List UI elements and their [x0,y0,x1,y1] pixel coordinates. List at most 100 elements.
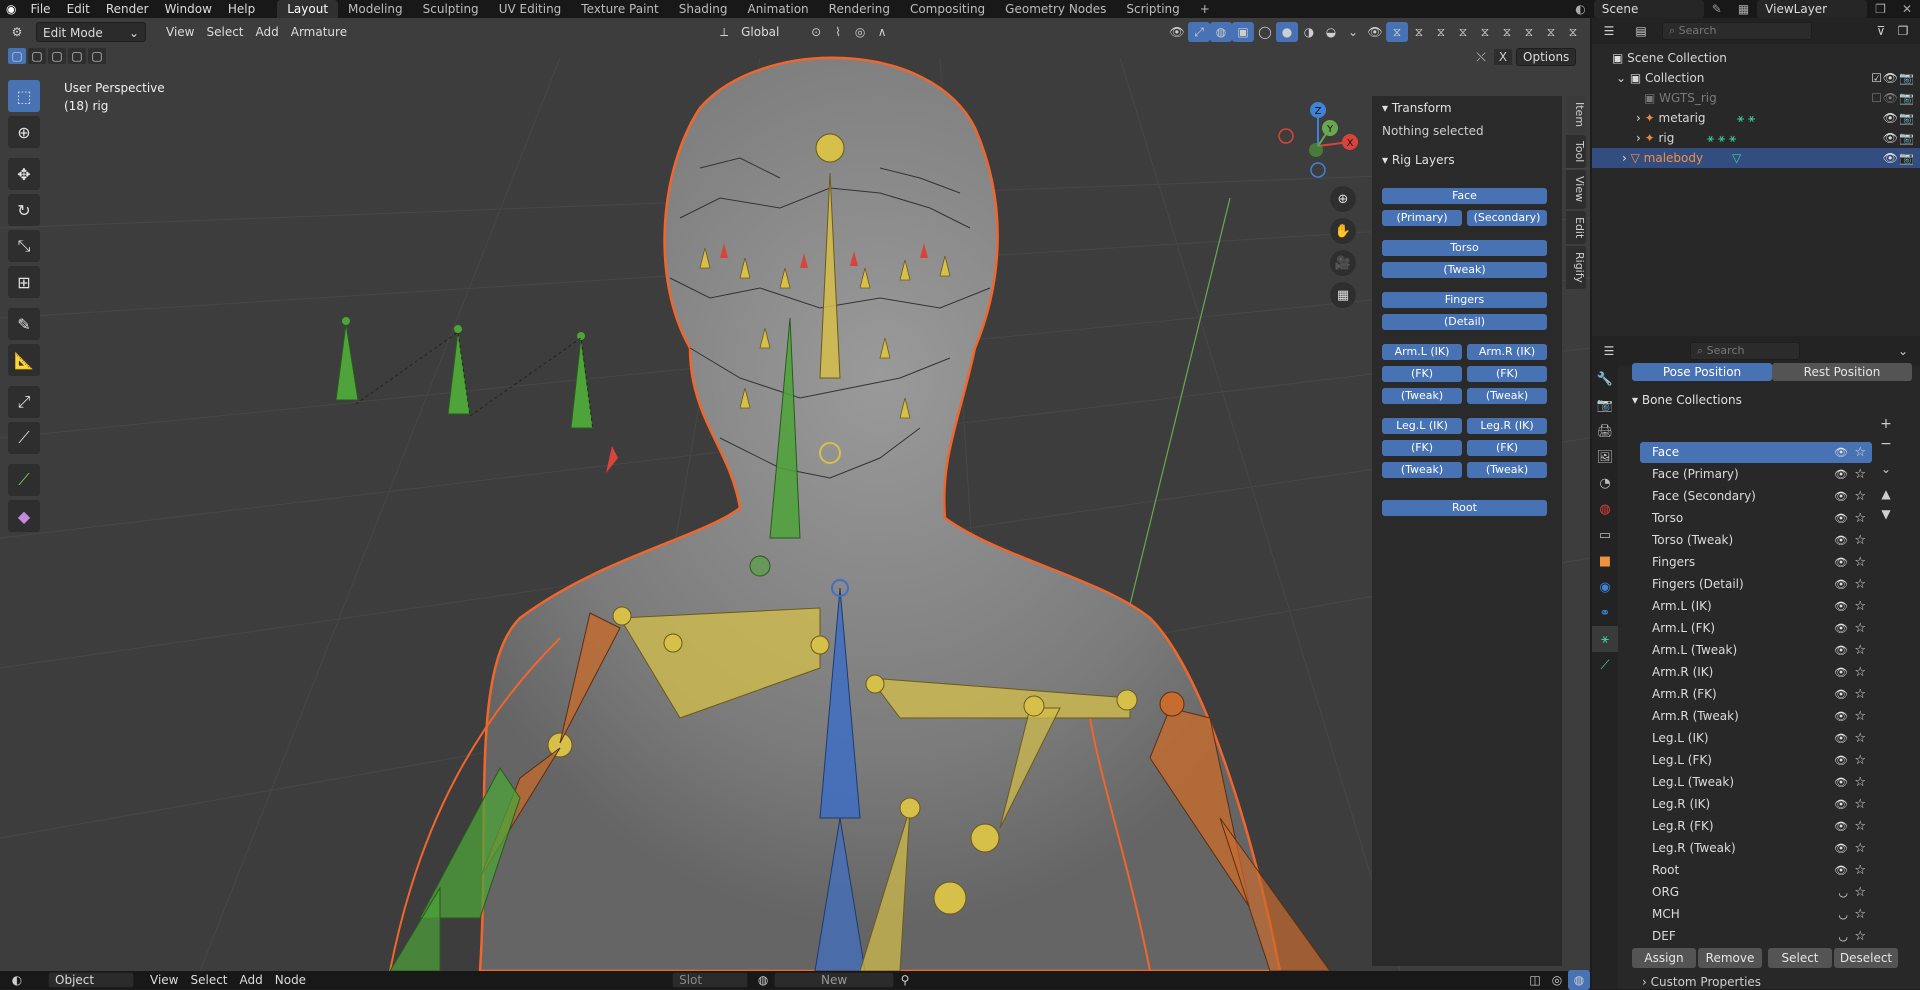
node-menu-node[interactable]: Node [269,970,312,990]
outliner-row-collection[interactable]: ⌄ ▣ Collection ☑ 👁 📷 [1592,68,1920,88]
rig-layer-arm-r-ik-button[interactable]: Arm.R (IK) [1467,344,1547,360]
pose-position-button[interactable]: Pose Position [1632,363,1772,381]
eye-icon[interactable]: 👁 [1834,750,1848,771]
select-subtract-icon[interactable]: ▢ [48,48,66,64]
add-collection-icon[interactable]: + [1876,414,1896,434]
eye-icon[interactable]: 👁 [1883,68,1898,88]
eye-closed-icon[interactable]: ◡ [1838,904,1848,925]
star-icon[interactable]: ☆ [1854,464,1866,485]
sidebar-tab-view[interactable]: View [1566,170,1586,209]
menu-window[interactable]: Window [157,0,220,18]
overlay-toggle-icon[interactable]: ◍ [1210,22,1232,42]
new-view-layer-icon[interactable]: ❐ [1867,0,1894,18]
sidebar-tab-item[interactable]: Item [1566,96,1586,134]
rig-layer-leg-l-fk-button[interactable]: (FK) [1382,440,1462,456]
camera-view-icon[interactable]: 🎥 [1330,250,1356,276]
node-menu-view[interactable]: View [144,970,184,990]
armature-data-tab-icon[interactable]: ⚹ [1592,626,1618,652]
metarig-bones[interactable] [335,317,618,473]
hand-left-bone[interactable] [389,886,441,971]
rig-layer-fingers-detail-button[interactable]: (Detail) [1382,314,1547,330]
world-tab-icon[interactable]: ◍ [1592,496,1618,522]
rig-layer-arm-r-tweak-button[interactable]: (Tweak) [1467,388,1547,404]
rig-layer-leg-r-fk-button[interactable]: (FK) [1467,440,1547,456]
bone-collection-row[interactable]: Leg.R (Tweak) 👁 ☆ [1640,838,1872,859]
bone-collection-row[interactable]: DEF ◡ ☆ [1640,926,1872,947]
rig-layer-leg-r-tweak-button[interactable]: (Tweak) [1467,462,1547,478]
star-icon[interactable]: ☆ [1854,772,1866,793]
bone-collection-row[interactable]: Torso 👁 ☆ [1640,508,1872,529]
view-layer-name[interactable]: ViewLayer [1757,0,1868,18]
node-menu-add[interactable]: Add [234,970,269,990]
view-layer-tab-icon[interactable]: 🖼 [1592,444,1618,470]
exclude-checkbox[interactable]: ☐ [1871,88,1882,108]
bone-collection-row[interactable]: Arm.R (FK) 👁 ☆ [1640,684,1872,705]
exclude-checkbox[interactable]: ☑ [1871,68,1882,88]
bone-collection-row[interactable]: Arm.L (IK) 👁 ☆ [1640,596,1872,617]
sidebar-tab-edit[interactable]: Edit [1566,210,1586,244]
camera-icon[interactable]: 📷 [1899,148,1914,168]
star-icon[interactable]: ☆ [1854,640,1866,661]
rest-position-button[interactable]: Rest Position [1772,363,1912,381]
bone-collection-row[interactable]: Arm.R (Tweak) 👁 ☆ [1640,706,1872,727]
star-icon[interactable]: ☆ [1854,816,1866,837]
eye-icon[interactable]: 👁 [1834,640,1848,661]
falloff-icon[interactable]: ∧ [871,22,893,42]
constraints-tab-icon[interactable]: ⚭ [1592,600,1618,626]
snap-node-icon[interactable]: ◫ [1524,970,1546,990]
orientation-dropdown[interactable]: Global [735,22,805,42]
camera-icon[interactable]: 📷 [1899,68,1914,88]
star-icon[interactable]: ☆ [1854,530,1866,551]
rig-layer-leg-r-ik-button[interactable]: Leg.R (IK) [1467,418,1547,434]
tab-geometry-nodes[interactable]: Geometry Nodes [995,0,1116,18]
transform-panel-header[interactable]: ▾ Transform [1372,96,1562,120]
editor-type-icon[interactable]: ☰ [1598,21,1620,41]
rig-layer-root-button[interactable]: Root [1382,500,1547,516]
star-icon[interactable]: ☆ [1854,882,1866,903]
camera-icon[interactable]: 📷 [1899,108,1914,128]
eye-icon[interactable]: 👁 [1834,728,1848,749]
star-icon[interactable]: ☆ [1854,926,1866,947]
outliner-row-malebody[interactable]: › ▽ malebody ▽ 👁 📷 [1592,148,1920,168]
editor-type-icon[interactable]: ⚙ [6,22,28,42]
eye-icon[interactable]: 👁 [1834,552,1848,573]
editor-type-icon[interactable]: ◐ [6,970,28,990]
specials-menu-icon[interactable]: ⌄ [1876,458,1896,480]
roll-tool-icon[interactable]: ⤢ [8,386,40,418]
bone-collection-row[interactable]: Leg.L (IK) 👁 ☆ [1640,728,1872,749]
3d-viewport[interactable]: ⚙ Edit Mode ⌄ View Select Add Armature ⟂ … [0,18,1590,971]
slot-dropdown[interactable]: Slot [672,972,749,988]
remove-collection-icon[interactable]: − [1876,434,1896,454]
backdrop-icon[interactable]: ◍ [1568,970,1590,990]
tab-sculpting[interactable]: Sculpting [413,0,489,18]
select-button[interactable]: Select [1768,948,1832,968]
select-invert-icon[interactable]: ▢ [68,48,86,64]
eye-icon[interactable]: 👁 [1883,128,1898,148]
menu-render[interactable]: Render [98,0,157,18]
tab-compositing[interactable]: Compositing [900,0,995,18]
bone-layer-icon-2[interactable]: ⧖ [1430,22,1452,42]
rig-layer-leg-l-tweak-button[interactable]: (Tweak) [1382,462,1462,478]
add-workspace-icon[interactable]: + [1190,0,1220,18]
bone-collection-row[interactable]: Torso (Tweak) 👁 ☆ [1640,530,1872,551]
xray-toggle-icon[interactable]: ▣ [1232,22,1254,42]
bone-layer-icon-1[interactable]: ⧖ [1408,22,1430,42]
properties-search-input[interactable]: ⌕ Search [1690,342,1800,360]
bone-size-tool-icon[interactable]: ⟋ [8,422,40,454]
remove-view-layer-icon[interactable]: ✕ [1894,0,1920,18]
bone-visibility-icon[interactable]: 👁 [1364,22,1386,42]
eye-icon[interactable]: 👁 [1834,706,1848,727]
eye-icon[interactable]: 👁 [1834,596,1848,617]
outliner-row-rig[interactable]: › ✦ rig ⚹ ⚹ ⚹ 👁 📷 [1592,128,1920,148]
mode-dropdown[interactable]: Edit Mode ⌄ [36,22,146,42]
move-down-icon[interactable]: ▼ [1876,504,1896,524]
star-icon[interactable]: ☆ [1854,904,1866,925]
render-tab-icon[interactable]: 📷 [1592,392,1618,418]
bone-layer-icon-4[interactable]: ⧖ [1474,22,1496,42]
eye-icon[interactable]: 👁 [1883,148,1898,168]
star-icon[interactable]: ☆ [1854,728,1866,749]
bone-collection-row[interactable]: Face 👁 ☆ [1640,442,1872,463]
star-icon[interactable]: ☆ [1854,596,1866,617]
rig-layer-face-primary-button[interactable]: (Primary) [1382,210,1462,226]
physics-tab-icon[interactable]: ◉ [1592,574,1618,600]
